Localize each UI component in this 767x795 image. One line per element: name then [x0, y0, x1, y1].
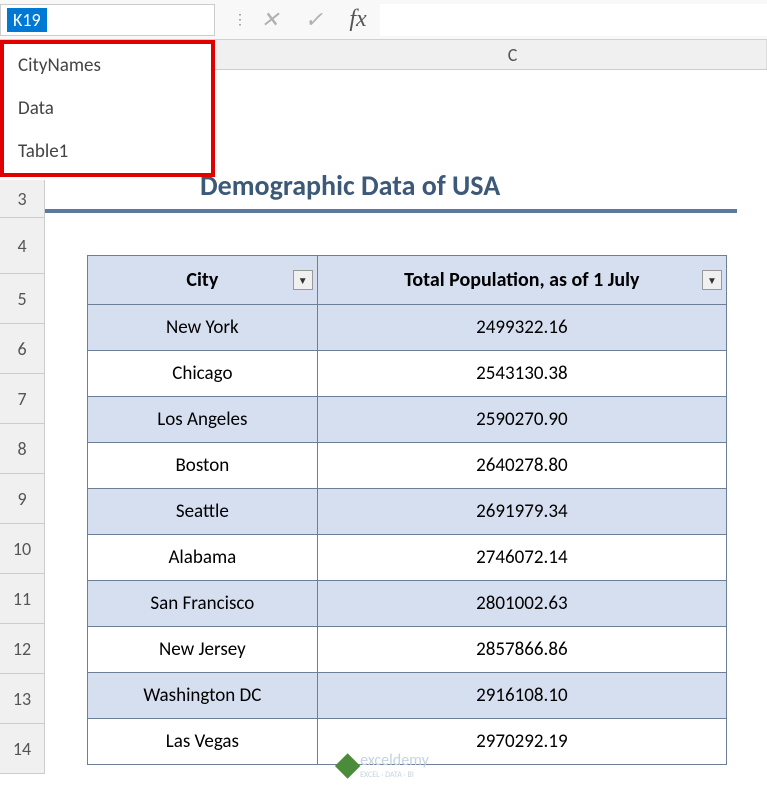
cell-pop: 2499322.16	[317, 305, 726, 351]
watermark: exceldemy EXCEL · DATA · BI	[338, 751, 429, 780]
th-pop-label: Total Population, as of 1 July	[404, 268, 639, 292]
cell-pop: 2691979.34	[317, 489, 726, 535]
cell-city: Alabama	[88, 535, 318, 581]
cell-pop: 2543130.38	[317, 351, 726, 397]
row-header-8[interactable]: 8	[0, 424, 45, 474]
cell-city: San Francisco	[88, 581, 318, 627]
row-header-14[interactable]: 14	[0, 724, 45, 774]
confirm-icon: ✓	[292, 6, 336, 33]
cell-pop: 2746072.14	[317, 535, 726, 581]
col-header-c[interactable]: C	[259, 40, 767, 69]
cell-pop: 2640278.80	[317, 443, 726, 489]
data-table: City ▼ Total Population, as of 1 July ▼ …	[87, 255, 727, 765]
table-row[interactable]: New Jersey2857866.86	[88, 627, 727, 673]
watermark-name: exceldemy	[360, 751, 429, 770]
row-headers: 3 4 5 6 7 8 9 10 11 12 13 14	[0, 180, 45, 774]
row-header-6[interactable]: 6	[0, 324, 45, 374]
resize-handle[interactable]: ⋮	[233, 11, 248, 28]
cell-city: Los Angeles	[88, 397, 318, 443]
fx-icon[interactable]: fx	[336, 6, 380, 33]
cell-pop: 2857866.86	[317, 627, 726, 673]
dropdown-item-table1[interactable]: Table1	[4, 130, 211, 173]
row-header-12[interactable]: 12	[0, 624, 45, 674]
row-header-7[interactable]: 7	[0, 374, 45, 424]
watermark-tagline: EXCEL · DATA · BI	[360, 770, 429, 780]
row-header-4[interactable]: 4	[0, 218, 45, 274]
th-city-label: City	[186, 268, 218, 292]
row-header-3[interactable]: 3	[0, 180, 45, 218]
row-header-10[interactable]: 10	[0, 524, 45, 574]
th-city[interactable]: City ▼	[88, 256, 318, 305]
cancel-icon: ✕	[248, 6, 292, 33]
name-box-value: K19	[7, 8, 47, 32]
row-header-13[interactable]: 13	[0, 674, 45, 724]
table-row[interactable]: Boston2640278.80	[88, 443, 727, 489]
table-row[interactable]: Alabama2746072.14	[88, 535, 727, 581]
table-row[interactable]: New York2499322.16	[88, 305, 727, 351]
dropdown-item-citynames[interactable]: CityNames	[4, 44, 211, 87]
cell-pop: 2916108.10	[317, 673, 726, 719]
table-row[interactable]: Washington DC2916108.10	[88, 673, 727, 719]
cell-city: Chicago	[88, 351, 318, 397]
table-row[interactable]: Chicago2543130.38	[88, 351, 727, 397]
row-header-11[interactable]: 11	[0, 574, 45, 624]
th-population[interactable]: Total Population, as of 1 July ▼	[317, 256, 726, 305]
cell-city: Seattle	[88, 489, 318, 535]
cell-city: Washington DC	[88, 673, 318, 719]
dropdown-item-data[interactable]: Data	[4, 87, 211, 130]
cell-city: New Jersey	[88, 627, 318, 673]
filter-button-city[interactable]: ▼	[293, 270, 313, 290]
cell-city: Boston	[88, 443, 318, 489]
row-header-9[interactable]: 9	[0, 474, 45, 524]
table-row[interactable]: Seattle2691979.34	[88, 489, 727, 535]
cell-pop: 2801002.63	[317, 581, 726, 627]
table-row[interactable]: Los Angeles2590270.90	[88, 397, 727, 443]
name-box[interactable]: K19	[0, 4, 215, 36]
name-box-dropdown: CityNames Data Table1	[0, 40, 215, 177]
watermark-icon	[334, 753, 359, 778]
formula-input[interactable]	[380, 4, 767, 36]
table-row[interactable]: San Francisco2801002.63	[88, 581, 727, 627]
cell-city: Las Vegas	[88, 719, 318, 765]
row-header-5[interactable]: 5	[0, 274, 45, 324]
cell-city: New York	[88, 305, 318, 351]
filter-button-population[interactable]: ▼	[702, 270, 722, 290]
cell-pop: 2590270.90	[317, 397, 726, 443]
